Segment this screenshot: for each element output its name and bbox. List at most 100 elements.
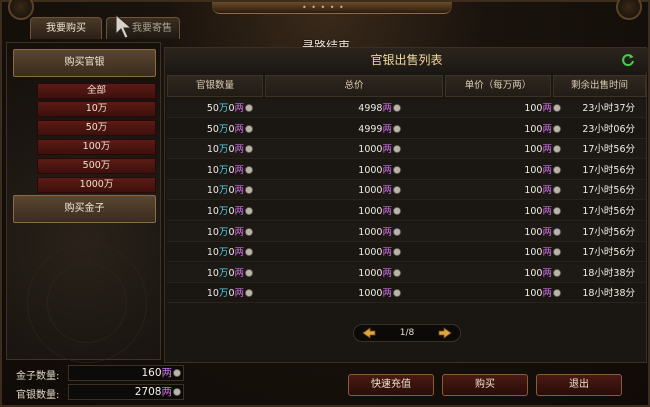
liang-unit: 两 <box>234 144 244 156</box>
listing-row[interactable]: 10万0两 1000两 100两 17小时56分 <box>167 140 646 160</box>
amount-filter-all[interactable]: 全部 <box>37 83 156 99</box>
silver-coin-icon <box>393 207 401 215</box>
amount-filter-50w[interactable]: 50万 <box>37 120 156 136</box>
buy-silver-button[interactable]: 购买官银 <box>13 49 156 77</box>
silver-coin-icon <box>245 186 253 195</box>
refresh-icon[interactable] <box>621 53 635 67</box>
silver-coin-icon <box>393 227 401 236</box>
silver-coin-icon <box>245 124 253 133</box>
total-price-value: 1000 <box>358 185 383 197</box>
quantity-cell: 10万0两 <box>167 181 253 200</box>
previous-page-icon[interactable] <box>362 327 376 339</box>
quantity-cell: 10万0两 <box>167 284 253 303</box>
top-ornament-bar: • • • • • <box>212 2 452 14</box>
amount-filter-10w[interactable]: 10万 <box>37 101 156 117</box>
listing-row[interactable]: 50万0两 4999两 100两 23小时06分 <box>167 120 646 139</box>
wan-unit: 万 <box>218 206 229 217</box>
silver-coin-icon <box>553 186 561 195</box>
liang-unit: 两 <box>234 103 244 114</box>
quantity-value: 10 <box>206 288 219 300</box>
buy-button[interactable]: 购买 <box>442 374 528 396</box>
unit-price-cell: 100两 <box>467 202 561 221</box>
wan-unit: 万 <box>218 267 229 279</box>
listing-row[interactable]: 10万0两 1000两 100两 17小时56分 <box>167 222 646 242</box>
silver-coin-icon <box>393 186 401 195</box>
silver-coin-icon <box>393 248 401 257</box>
gold-amount-box: 160两 <box>68 365 184 381</box>
wan-unit: 万 <box>218 288 229 300</box>
liang-unit: 两 <box>382 123 392 135</box>
wan-unit: 万 <box>218 123 229 135</box>
amount-filter-500w[interactable]: 500万 <box>37 158 156 174</box>
liang-unit: 两 <box>382 288 392 300</box>
liang-unit: 两 <box>542 144 552 156</box>
buy-gold-button[interactable]: 购买金子 <box>13 195 156 223</box>
silver-coin-icon <box>393 104 401 112</box>
unit-price-value: 100 <box>524 226 543 238</box>
total-price-cell: 4998两 <box>255 99 401 118</box>
unit-price-cell: 100两 <box>467 161 561 180</box>
silver-coin-icon <box>245 145 253 154</box>
liang-unit: 两 <box>382 144 392 156</box>
unit-price-value: 100 <box>524 267 543 279</box>
time-left-cell: 17小时56分 <box>582 206 635 217</box>
liang-unit: 两 <box>382 185 392 197</box>
listing-row[interactable]: 50万0两 4998两 100两 23小时37分 <box>167 99 646 118</box>
total-price-cell: 1000两 <box>255 140 401 159</box>
silver-coin-icon <box>553 124 561 133</box>
gold-amount-label: 金子数量: <box>16 371 60 382</box>
listing-table-body: 50万0两 4998两 100两 23小时37分 50万0两 4999两 100两 23小时0… <box>165 99 648 304</box>
liang-unit: 两 <box>382 206 392 217</box>
unit-price-cell: 100两 <box>467 264 561 283</box>
silver-coin-icon <box>553 268 561 277</box>
quantity-value: 10 <box>206 164 219 176</box>
liang-unit: 两 <box>542 288 552 300</box>
silver-coin-icon <box>553 104 561 112</box>
liang-unit: 两 <box>542 185 552 197</box>
total-price-value: 1000 <box>358 226 383 238</box>
liang-unit: 两 <box>234 206 244 217</box>
next-page-icon[interactable] <box>438 327 452 339</box>
liang-unit: 两 <box>542 226 552 238</box>
listing-row[interactable]: 10万0两 1000两 100两 17小时56分 <box>167 161 646 180</box>
column-header-unit-price: 单价（每万两） <box>445 75 551 97</box>
corner-ornament-left <box>8 0 34 20</box>
total-price-value: 1000 <box>358 164 383 176</box>
listing-row[interactable]: 10万0两 1000两 100两 17小时56分 <box>167 243 646 263</box>
wan-unit: 万 <box>218 103 229 114</box>
liang-unit: 两 <box>542 267 552 279</box>
quantity-cell: 10万0两 <box>167 264 253 283</box>
unit-price-cell: 100两 <box>467 223 561 242</box>
quick-recharge-button[interactable]: 快速充值 <box>348 374 434 396</box>
silver-coin-icon <box>553 248 561 257</box>
silver-amount-value: 2708 <box>134 386 162 398</box>
unit-price-value: 100 <box>524 164 543 176</box>
silver-coin-icon <box>553 227 561 236</box>
amount-filter-100w[interactable]: 100万 <box>37 139 156 155</box>
silver-listing-panel: 官银出售列表 官银数量 总价 单价（每万两） 剩余出售时间 50万0两 4998两… <box>164 47 648 363</box>
unit-price-value: 100 <box>524 247 543 259</box>
listing-row[interactable]: 10万0两 1000两 100两 18小时38分 <box>167 263 646 283</box>
silver-coin-icon <box>393 165 401 174</box>
unit-price-value: 100 <box>524 185 543 197</box>
quantity-cell: 10万0两 <box>167 202 253 221</box>
silver-coin-icon <box>245 268 253 277</box>
listing-row[interactable]: 10万0两 1000两 100两 17小时56分 <box>167 181 646 201</box>
time-left-cell: 17小时56分 <box>582 164 635 176</box>
silver-coin-icon <box>393 289 401 298</box>
liang-unit: 两 <box>234 123 244 135</box>
quantity-cell: 10万0两 <box>167 161 253 180</box>
time-left-cell: 17小时56分 <box>582 144 635 156</box>
amount-filter-1000w[interactable]: 1000万 <box>37 177 156 193</box>
silver-amount-label: 官银数量: <box>16 390 60 401</box>
listing-row[interactable]: 10万0两 1000两 100两 18小时38分 <box>167 284 646 304</box>
quantity-cell: 50万0两 <box>167 99 253 118</box>
wan-unit: 万 <box>218 185 229 197</box>
listing-row[interactable]: 10万0两 1000两 100两 17小时56分 <box>167 202 646 221</box>
silver-coin-icon <box>245 289 253 298</box>
exit-button[interactable]: 退出 <box>536 374 622 396</box>
tab-buy[interactable]: 我要购买 <box>30 17 102 39</box>
total-price-cell: 1000两 <box>255 202 401 221</box>
liang-unit: 两 <box>234 185 244 197</box>
left-category-panel: 购买官银 全部 10万 50万 100万 500万 1000万 购买金子 <box>6 42 161 363</box>
